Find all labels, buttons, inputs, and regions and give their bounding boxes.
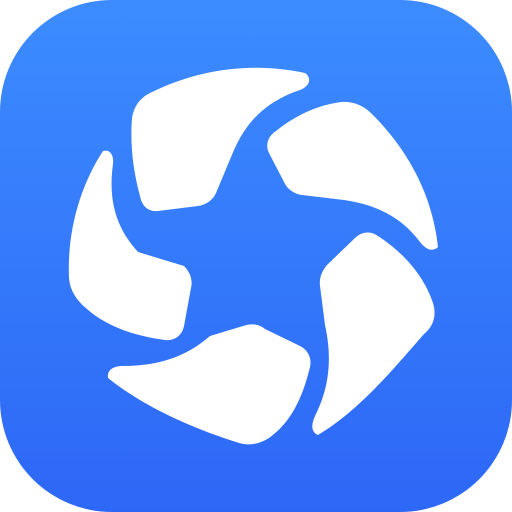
app-icon[interactable] xyxy=(0,0,512,512)
canvas xyxy=(0,0,512,512)
